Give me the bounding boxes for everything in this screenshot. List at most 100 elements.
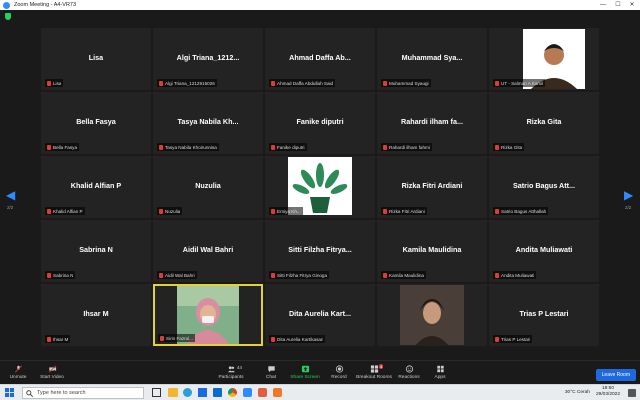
participant-tile[interactable]: Sabrina N Sabrina N [41, 220, 151, 282]
muted-mic-icon [495, 144, 499, 150]
file-explorer-icon[interactable] [168, 388, 178, 397]
participant-name-label: Satrio Bagus Atthallah [493, 207, 549, 215]
participant-full-name: Erniya Kh... [277, 208, 301, 214]
participant-tile[interactable]: Lisa Lisa [41, 28, 151, 90]
task-view-icon[interactable] [152, 388, 161, 397]
unmute-label: Unmute [9, 375, 27, 380]
participant-name-label: Kamila Maulidina [381, 271, 426, 279]
mail-icon[interactable] [213, 388, 222, 397]
participant-tile[interactable]: UT - Salman A Kamil [489, 28, 599, 90]
zoom-taskbar-icon[interactable] [243, 388, 252, 397]
edge-browser-icon[interactable] [183, 388, 192, 397]
participant-full-name: Ahmad Daffa Abdullah Said [277, 80, 334, 86]
minimize-button[interactable]: — [596, 0, 610, 10]
participants-icon [227, 366, 235, 373]
windows-start-icon[interactable] [5, 388, 14, 397]
participant-tile[interactable]: Rizka Gita Rizka Gita [489, 92, 599, 154]
participant-name-label: Sirin Fazrul... [158, 334, 196, 342]
participant-name-label: Lisa [45, 79, 64, 87]
participant-tile[interactable]: Kamila Maulidina Kamila Maulidina [377, 220, 487, 282]
participant-tile[interactable]: Bella Fasya Bella Fasya [41, 92, 151, 154]
muted-mic-icon [159, 80, 163, 86]
participant-name-label: Khalid Alfian P [45, 207, 85, 215]
participant-name-label: Tasya Nabila Khoirunnisa [157, 143, 219, 151]
participant-tile[interactable]: Andita Muliawati Andita Muliawati [489, 220, 599, 282]
start-video-label: Start Video [40, 375, 64, 380]
participant-display-name: Rizka Fitri Ardiani [401, 181, 463, 190]
muted-mic-icon [159, 208, 163, 214]
store-icon[interactable] [198, 388, 207, 397]
participant-name-label: Erniya Kh... [269, 207, 303, 215]
participant-tile[interactable]: Khalid Alfian P Khalid Alfian P [41, 156, 151, 218]
start-video-button[interactable]: Start Video [32, 365, 72, 380]
previous-page-arrow-icon[interactable]: ◀ [6, 188, 15, 202]
participant-name-label: Algi Triana_1212915026 [157, 79, 217, 87]
participant-name-label: Sitti Filzha Fitrya Ginoga [269, 271, 330, 279]
participant-tile[interactable]: Algi Triana_1212... Algi Triana_121291502… [153, 28, 263, 90]
next-page-arrow-icon[interactable]: ▶ [624, 188, 633, 202]
muted-microphone-icon [14, 365, 22, 373]
maximize-button[interactable]: ☐ [611, 0, 625, 10]
muted-mic-icon [383, 208, 387, 214]
participant-name-label: Muhammad Syaugi [381, 79, 431, 87]
muted-mic-icon [271, 208, 275, 214]
muted-mic-icon [160, 335, 164, 341]
participant-tile[interactable]: Rahardi ilham fa... Rahardi ilham fahmi [377, 92, 487, 154]
participant-tile[interactable]: Muhammad Sya... Muhammad Syaugi [377, 28, 487, 90]
participant-tile[interactable]: Sitti Filzha Fitrya... Sitti Filzha Fitry… [265, 220, 375, 282]
taskbar-app-icon-2[interactable] [273, 388, 282, 397]
participant-full-name: Rahardi ilham fahmi [389, 144, 430, 150]
record-button[interactable]: Record [319, 365, 359, 380]
apps-button[interactable]: Apps [420, 365, 460, 380]
participant-name-label: Ihsar M [45, 335, 71, 343]
window-title: Zoom Meeting - A4-VR73 [14, 2, 77, 8]
participant-tile[interactable]: Sirin Fazrul... [153, 284, 263, 346]
participant-tile[interactable]: Tasya Nabila Kh... Tasya Nabila Khoirunni… [153, 92, 263, 154]
taskbar-search-input[interactable]: Type here to search [22, 387, 144, 399]
chat-icon [267, 366, 275, 373]
participant-tile[interactable]: Fanike diputri Fanike diputri [265, 92, 375, 154]
shield-icon[interactable] [5, 13, 11, 20]
breakout-badge: 4 [379, 364, 384, 369]
weather-text[interactable]: 30°C Cerah [565, 390, 590, 395]
video-off-icon [48, 365, 56, 373]
taskbar-app-icon[interactable] [258, 388, 267, 397]
chrome-icon[interactable] [228, 388, 237, 397]
participant-name-label: Ahmad Daffa Abdullah Said [269, 79, 336, 87]
participant-tile[interactable]: Satrio Bagus Att... Satrio Bagus Atthalla… [489, 156, 599, 218]
participant-display-name: Kamila Maulidina [402, 245, 462, 254]
participant-tile[interactable]: Rizka Fitri Ardiani Rizka Fitri Ardiani [377, 156, 487, 218]
participant-name-label: Nuzulia [157, 207, 183, 215]
clock-date[interactable]: 29/03/2022 [596, 392, 620, 398]
participant-name-label: Rahardi ilham fahmi [381, 143, 432, 151]
participant-display-name: Andita Muliawati [515, 245, 573, 254]
notification-icon[interactable] [628, 389, 636, 397]
breakout-rooms-label: Breakout Rooms [356, 375, 392, 380]
participant-display-name: Rahardi ilham fa... [401, 117, 463, 126]
smiley-icon [405, 365, 413, 373]
participant-tile[interactable]: Dita Aurelia Kart... Dita Aurelia Kartika… [265, 284, 375, 346]
participants-button[interactable]: 44 Participants [211, 365, 251, 380]
participant-tile[interactable]: Ihsar M Ihsar M [41, 284, 151, 346]
participant-tile[interactable]: Aidil Wal Bahri Aidil Wal Bahri [153, 220, 263, 282]
muted-mic-icon [271, 144, 275, 150]
muted-mic-icon [271, 272, 275, 278]
close-button[interactable]: ✕ [625, 0, 639, 10]
breakout-rooms-button[interactable]: 4 Breakout Rooms [354, 364, 394, 380]
participant-tile[interactable] [377, 284, 487, 346]
participant-tile[interactable]: Trias P Lestari Trias P Lestari [489, 284, 599, 346]
participant-full-name: Tasya Nabila Khoirunnisa [165, 144, 217, 150]
participant-tile[interactable]: Ahmad Daffa Ab... Ahmad Daffa Abdullah Sa… [265, 28, 375, 90]
participant-display-name: Sabrina N [79, 245, 113, 254]
participants-label: Participants [218, 375, 244, 380]
zoom-app-icon [3, 1, 10, 9]
participant-display-name: Khalid Alfian P [70, 181, 122, 190]
leave-room-button[interactable]: Leave Room [595, 369, 636, 381]
muted-mic-icon [383, 272, 387, 278]
participant-tile[interactable]: Nuzulia Nuzulia [153, 156, 263, 218]
participant-tile[interactable]: Erniya Kh... [265, 156, 375, 218]
page-indicator-left: 2/2 [7, 205, 14, 210]
participant-name-label: Aidil Wal Bahri [157, 271, 197, 279]
participant-name-label: Rizka Gita [493, 143, 525, 151]
share-screen-label: Share Screen [290, 375, 320, 380]
